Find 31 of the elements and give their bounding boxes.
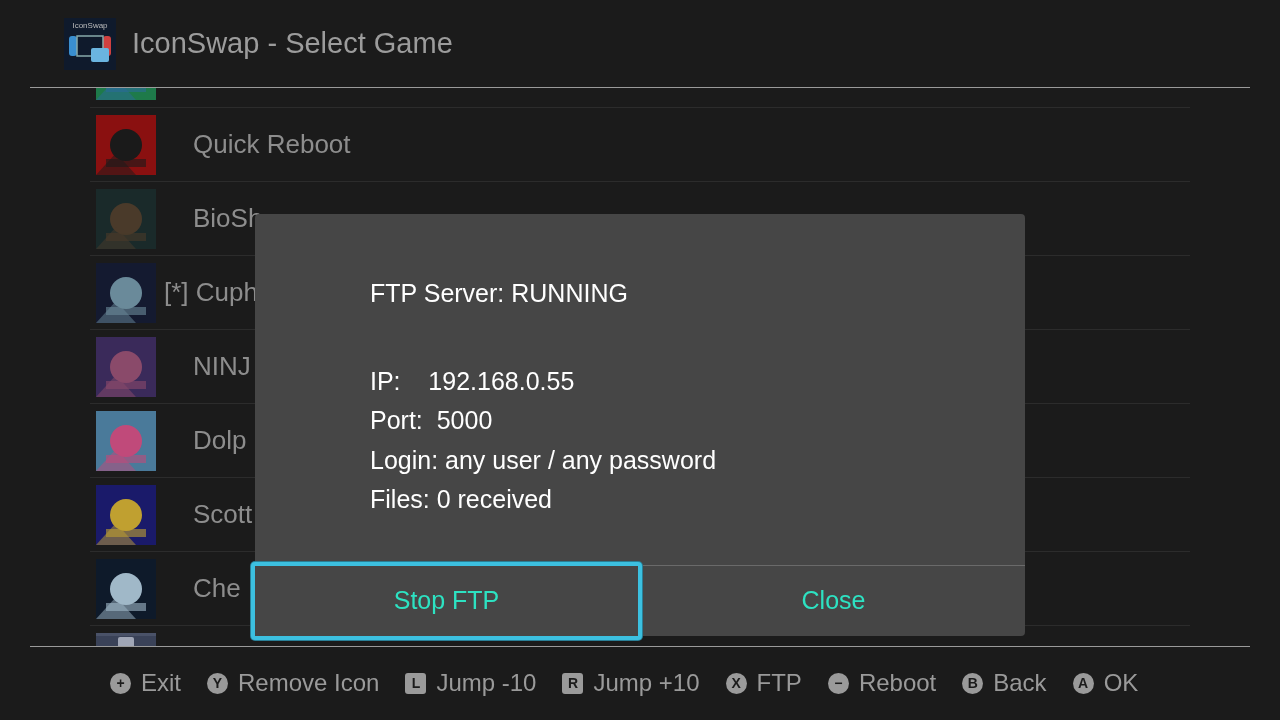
- info-text: IP: 192.168.0.55: [370, 365, 576, 397]
- button-hint: Reboot: [858, 668, 937, 698]
- controller-button-icon: R: [562, 672, 584, 694]
- controller-button-icon: Y: [207, 672, 228, 694]
- info-text: Login: any user / any password: [370, 444, 718, 476]
- info-text: Files: 0 received: [370, 484, 554, 515]
- status-text: FTP Server: RUNNING: [370, 278, 629, 309]
- button-hint: Exit: [141, 668, 181, 698]
- dialog-button[interactable]: Stop FTP: [251, 562, 642, 640]
- game-title[interactable]: Dolp: [193, 421, 247, 460]
- info-text: Port: 5000: [370, 405, 494, 436]
- game-title[interactable]: Che: [193, 569, 241, 608]
- game-title[interactable]: [*] Cuph: [164, 273, 258, 312]
- controller-button-icon: +: [110, 672, 131, 694]
- logo-text: IconSwap: [72, 21, 108, 30]
- button-hint: Jump +10: [593, 668, 700, 698]
- dialog-button[interactable]: Close: [642, 566, 1025, 636]
- controller-button-icon: A: [1072, 672, 1094, 694]
- controller-button-icon: B: [962, 672, 984, 694]
- button-hint: Remove Icon: [238, 668, 380, 698]
- button-hint: FTP: [756, 668, 802, 698]
- controller-button-icon: X: [725, 672, 747, 694]
- game-title[interactable]: Quick Reboot: [193, 125, 351, 164]
- button-hint: OK: [1103, 668, 1139, 698]
- controller-button-icon: L: [405, 672, 427, 694]
- button-hint: Back: [993, 668, 1047, 698]
- controller-button-icon: −: [827, 672, 849, 694]
- game-title[interactable]: Scott: [193, 495, 253, 534]
- screen-title: IconSwap - Select Game: [132, 25, 453, 61]
- button-hint: Jump -10: [436, 668, 537, 698]
- game-title[interactable]: NINJ: [193, 347, 251, 386]
